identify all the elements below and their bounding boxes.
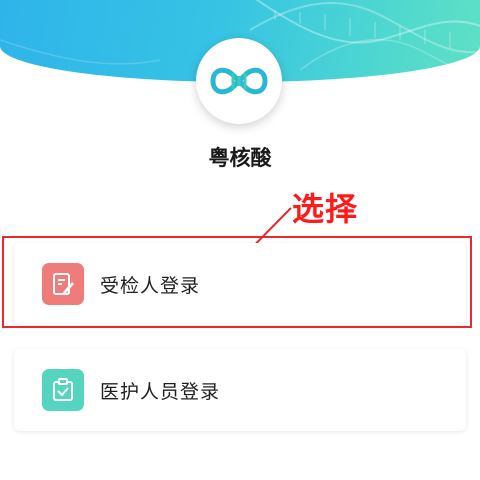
clipboard-check-icon: [42, 369, 84, 411]
patient-login-label: 受检人登录: [100, 274, 201, 297]
edit-document-icon: [42, 263, 84, 305]
medical-staff-login-button[interactable]: 医护人员登录: [14, 349, 466, 431]
patient-login-button[interactable]: 受检人登录: [14, 243, 466, 325]
medical-staff-login-label: 医护人员登录: [100, 380, 221, 403]
